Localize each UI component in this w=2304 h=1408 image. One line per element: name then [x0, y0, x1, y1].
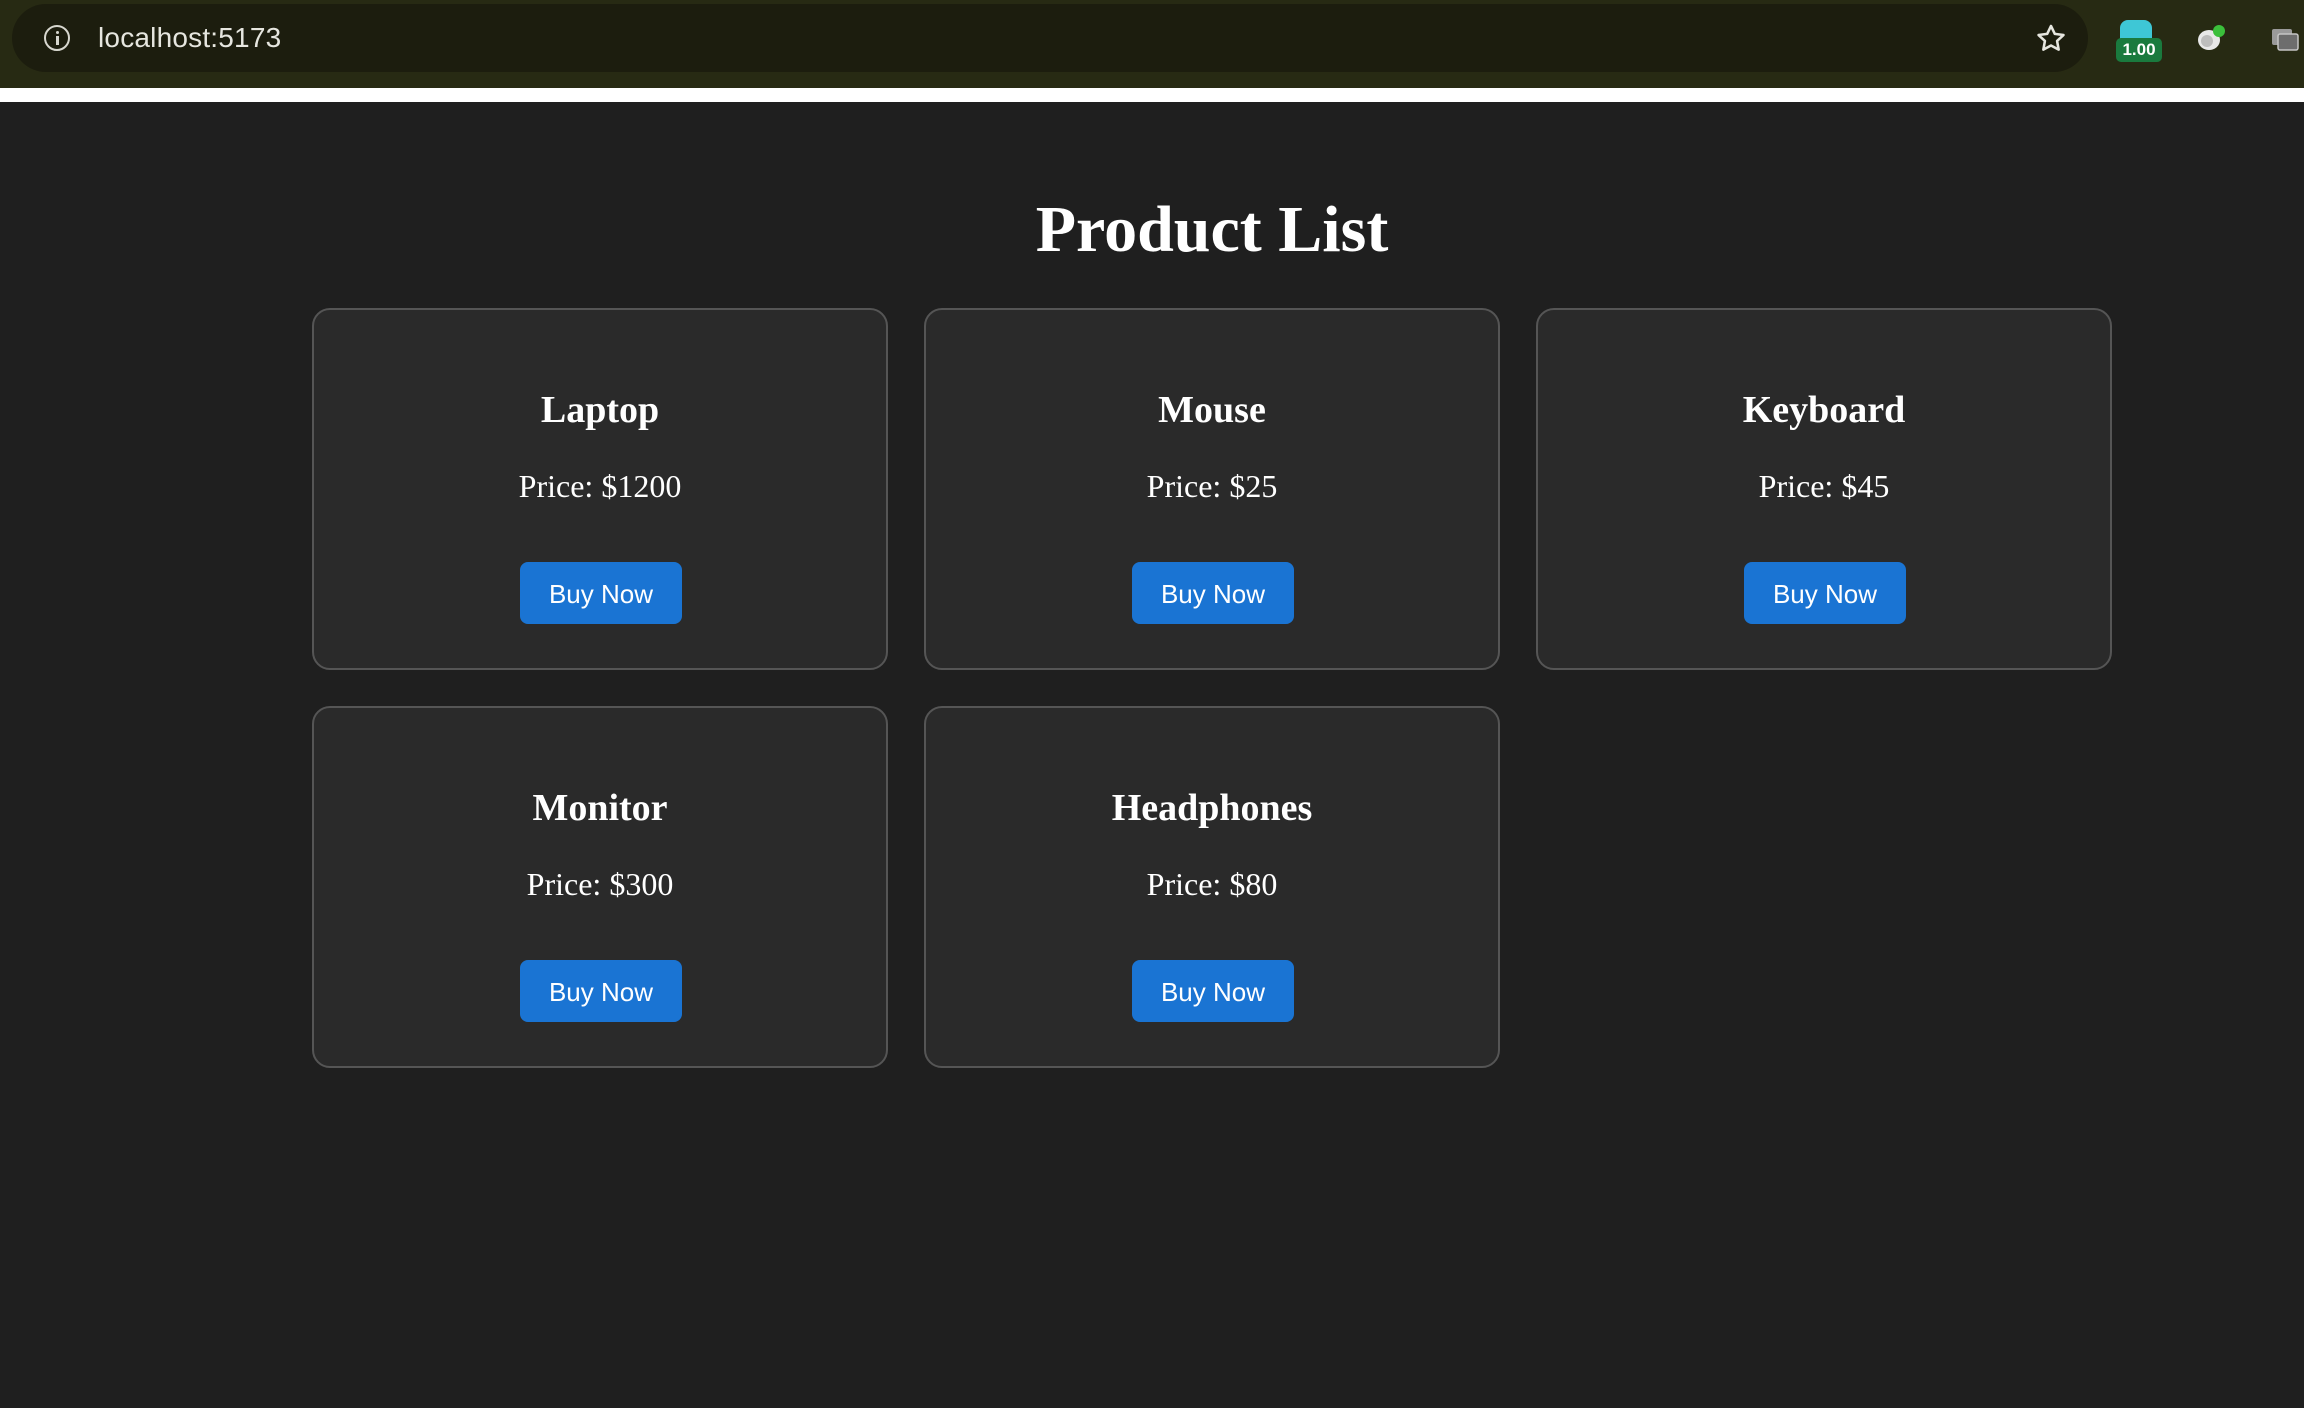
address-bar[interactable]: localhost:5173 — [12, 4, 2088, 72]
product-card: Headphones Price: $80 Buy Now — [924, 706, 1500, 1068]
page-top-strip — [0, 88, 2304, 102]
buy-now-button[interactable]: Buy Now — [1744, 562, 1906, 624]
product-name: Laptop — [540, 389, 660, 431]
site-info-icon[interactable] — [44, 25, 70, 51]
buy-now-button[interactable]: Buy Now — [1132, 960, 1294, 1022]
extension-icon[interactable] — [2270, 26, 2300, 52]
url-text[interactable]: localhost:5173 — [98, 22, 281, 54]
page-title: Product List — [1035, 193, 1389, 266]
product-name: Monitor — [532, 787, 668, 829]
product-price: Price: $80 — [1146, 866, 1278, 902]
extension-badge: 1.00 — [2116, 38, 2162, 62]
product-name: Keyboard — [1742, 389, 1906, 431]
browser-toolbar: localhost:5173 1.00 — [0, 0, 2304, 88]
bookmark-star-icon[interactable] — [2034, 22, 2068, 56]
extension-icon[interactable] — [2196, 24, 2226, 52]
product-name: Mouse — [1158, 389, 1266, 431]
product-price: Price: $300 — [526, 866, 674, 902]
product-card: Keyboard Price: $45 Buy Now — [1536, 308, 2112, 670]
page-content: Product List Laptop Price: $1200 Buy Now… — [0, 102, 2304, 1408]
product-card: Mouse Price: $25 Buy Now — [924, 308, 1500, 670]
extension-icon[interactable]: 1.00 — [2116, 20, 2162, 62]
buy-now-button[interactable]: Buy Now — [1132, 562, 1294, 624]
product-name: Headphones — [1111, 787, 1313, 829]
product-card: Monitor Price: $300 Buy Now — [312, 706, 888, 1068]
product-price: Price: $25 — [1146, 468, 1278, 504]
buy-now-button[interactable]: Buy Now — [520, 960, 682, 1022]
product-price: Price: $45 — [1758, 468, 1890, 504]
product-grid: Laptop Price: $1200 Buy Now Mouse Price:… — [312, 308, 2112, 1068]
buy-now-button[interactable]: Buy Now — [520, 562, 682, 624]
product-card: Laptop Price: $1200 Buy Now — [312, 308, 888, 670]
product-price: Price: $1200 — [518, 468, 682, 504]
